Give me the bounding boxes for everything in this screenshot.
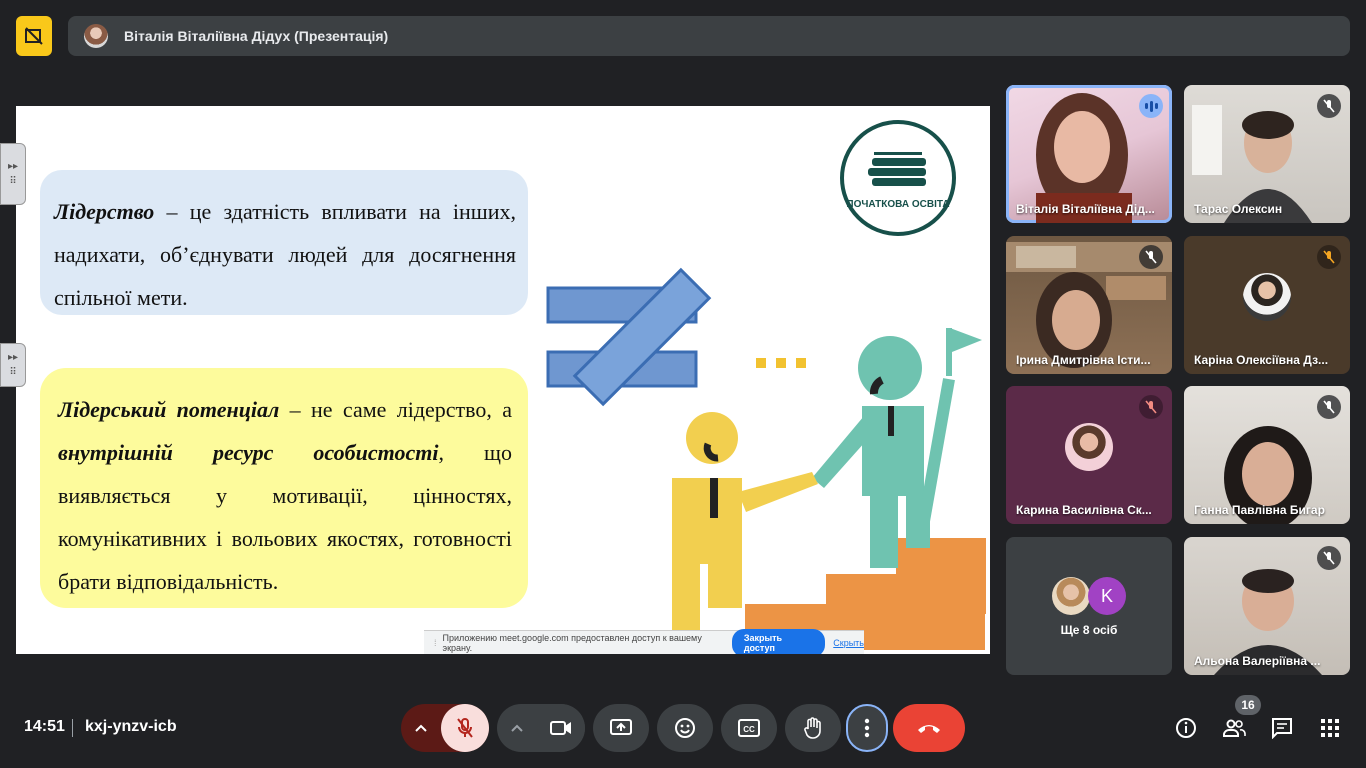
apps-grid-icon bbox=[1321, 719, 1339, 737]
video-options-button[interactable] bbox=[497, 704, 537, 752]
captions-button[interactable]: CC bbox=[721, 704, 777, 752]
activities-button[interactable] bbox=[1314, 712, 1346, 744]
mic-off-icon bbox=[1317, 245, 1341, 269]
participant-avatar bbox=[1243, 272, 1291, 321]
participant-tile[interactable]: Альона Валеріївна ... bbox=[1184, 537, 1350, 675]
participant-name: Ірина Дмитрівна Істи... bbox=[1016, 353, 1151, 367]
people-button[interactable] bbox=[1218, 712, 1250, 744]
participant-name: Віталія Віталіївна Дід... bbox=[1016, 202, 1155, 216]
primary-education-logo: ПОЧАТКОВА ОСВІТА bbox=[840, 120, 956, 236]
speaking-indicator-icon bbox=[1139, 94, 1163, 118]
fast-forward-icon: ▸▸ bbox=[7, 352, 19, 363]
mic-toggle-button[interactable] bbox=[441, 704, 489, 752]
drag-handle-icon[interactable]: ⁞ bbox=[434, 638, 437, 648]
mic-off-icon bbox=[1139, 395, 1163, 419]
potential-term: Лідерський потенціал bbox=[58, 397, 280, 422]
no-camera-icon bbox=[25, 27, 43, 45]
present-screen-button[interactable] bbox=[593, 704, 649, 752]
more-participants-label: Ще 8 осіб bbox=[1060, 623, 1118, 637]
divider bbox=[72, 719, 73, 737]
presentation-slide: Лідерство – це здатність впливати на інш… bbox=[16, 106, 990, 654]
more-vert-icon bbox=[864, 718, 870, 738]
potential-text-a: – не саме лідерство, а bbox=[279, 397, 513, 422]
more-options-button[interactable] bbox=[846, 704, 888, 752]
leave-call-button[interactable] bbox=[893, 704, 965, 752]
svg-text:CC: CC bbox=[743, 725, 755, 734]
mic-off-icon bbox=[1317, 395, 1341, 419]
chat-icon bbox=[1272, 718, 1292, 739]
mic-off-icon bbox=[1317, 546, 1341, 570]
hide-notice-link[interactable]: Скрыть bbox=[833, 638, 864, 648]
share-message: Приложению meet.google.com предоставлен … bbox=[442, 632, 702, 653]
grid-dots-icon: ⠿ bbox=[9, 176, 17, 187]
participant-tile[interactable]: Віталія Віталіївна Дід... bbox=[1006, 85, 1172, 223]
participant-avatar bbox=[1052, 577, 1090, 615]
hang-up-icon bbox=[918, 725, 940, 733]
participant-tile[interactable]: Карина Василівна Ск... bbox=[1006, 386, 1172, 524]
presenter-title: Віталія Віталіївна Дідух (Презентація) bbox=[124, 28, 389, 44]
raise-hand-button[interactable] bbox=[785, 704, 841, 752]
meet-window: Віталія Віталіївна Дідух (Презентація) Л… bbox=[0, 0, 1366, 768]
slide-panel-handle[interactable]: ▸▸ ⠿ bbox=[0, 143, 26, 205]
participant-tile[interactable]: Тарас Олексин bbox=[1184, 85, 1350, 223]
screen-share-notice: ⁞ Приложению meet.google.com предоставле… bbox=[424, 628, 864, 654]
chat-button[interactable] bbox=[1266, 712, 1298, 744]
leadership-illustration bbox=[546, 267, 986, 650]
meeting-details-button[interactable] bbox=[1170, 712, 1202, 744]
mic-off-icon bbox=[1317, 94, 1341, 118]
participant-avatar bbox=[1065, 422, 1113, 471]
chevron-up-icon bbox=[511, 724, 523, 732]
presenter-avatar bbox=[84, 24, 108, 48]
camera-icon bbox=[550, 721, 571, 735]
chevron-up-icon bbox=[415, 724, 427, 732]
slide-panel-handle-secondary[interactable]: ▸▸ ⠿ bbox=[0, 343, 26, 387]
inner-resource-term: внутрішній ресурс особистості bbox=[58, 440, 439, 465]
leadership-term: Лідерство bbox=[54, 199, 155, 224]
info-icon bbox=[1176, 718, 1196, 738]
camera-toggle-button[interactable] bbox=[537, 704, 585, 752]
mic-off-icon bbox=[457, 718, 473, 738]
participant-name: Карина Василівна Ск... bbox=[1016, 503, 1152, 517]
captions-icon: CC bbox=[738, 719, 760, 737]
mic-off-icon bbox=[1139, 245, 1163, 269]
participant-name: Тарас Олексин bbox=[1194, 202, 1283, 216]
participant-initial-avatar: K bbox=[1088, 577, 1126, 615]
participant-tile[interactable]: Каріна Олексіївна Дз... bbox=[1184, 236, 1350, 374]
grid-dots-icon: ⠿ bbox=[9, 367, 17, 378]
stop-sharing-button[interactable]: Закрыть доступ bbox=[731, 628, 826, 654]
audio-options-button[interactable] bbox=[401, 704, 441, 752]
people-icon bbox=[1223, 719, 1246, 737]
more-participants-tile[interactable]: K Ще 8 осіб bbox=[1006, 537, 1172, 675]
leadership-definition: Лідерство – це здатність впливати на інш… bbox=[40, 170, 528, 315]
camera-control-group bbox=[497, 704, 585, 752]
emoji-icon bbox=[675, 718, 695, 738]
meeting-code: kxj-ynzv-icb bbox=[85, 718, 177, 735]
raise-hand-icon bbox=[804, 717, 821, 739]
mic-control-group bbox=[401, 704, 489, 752]
potential-definition: Лідерський потенціал – не саме лідерство… bbox=[40, 368, 528, 608]
participant-tile[interactable]: Ірина Дмитрівна Істи... bbox=[1006, 236, 1172, 374]
participant-name: Альона Валеріївна ... bbox=[1194, 654, 1321, 668]
participant-name: Каріна Олексіївна Дз... bbox=[1194, 353, 1329, 367]
fast-forward-icon: ▸▸ bbox=[7, 161, 19, 172]
logo-text: ПОЧАТКОВА ОСВІТА bbox=[846, 199, 950, 210]
presentation-indicator[interactable] bbox=[16, 16, 52, 56]
participant-tile[interactable]: Ганна Павлівна Бигар bbox=[1184, 386, 1350, 524]
presenter-bar[interactable]: Віталія Віталіївна Дідух (Презентація) bbox=[68, 16, 1350, 56]
reactions-button[interactable] bbox=[657, 704, 713, 752]
participant-name: Ганна Павлівна Бигар bbox=[1194, 503, 1325, 517]
clock: 14:51 bbox=[24, 718, 65, 735]
present-screen-icon bbox=[610, 719, 632, 735]
